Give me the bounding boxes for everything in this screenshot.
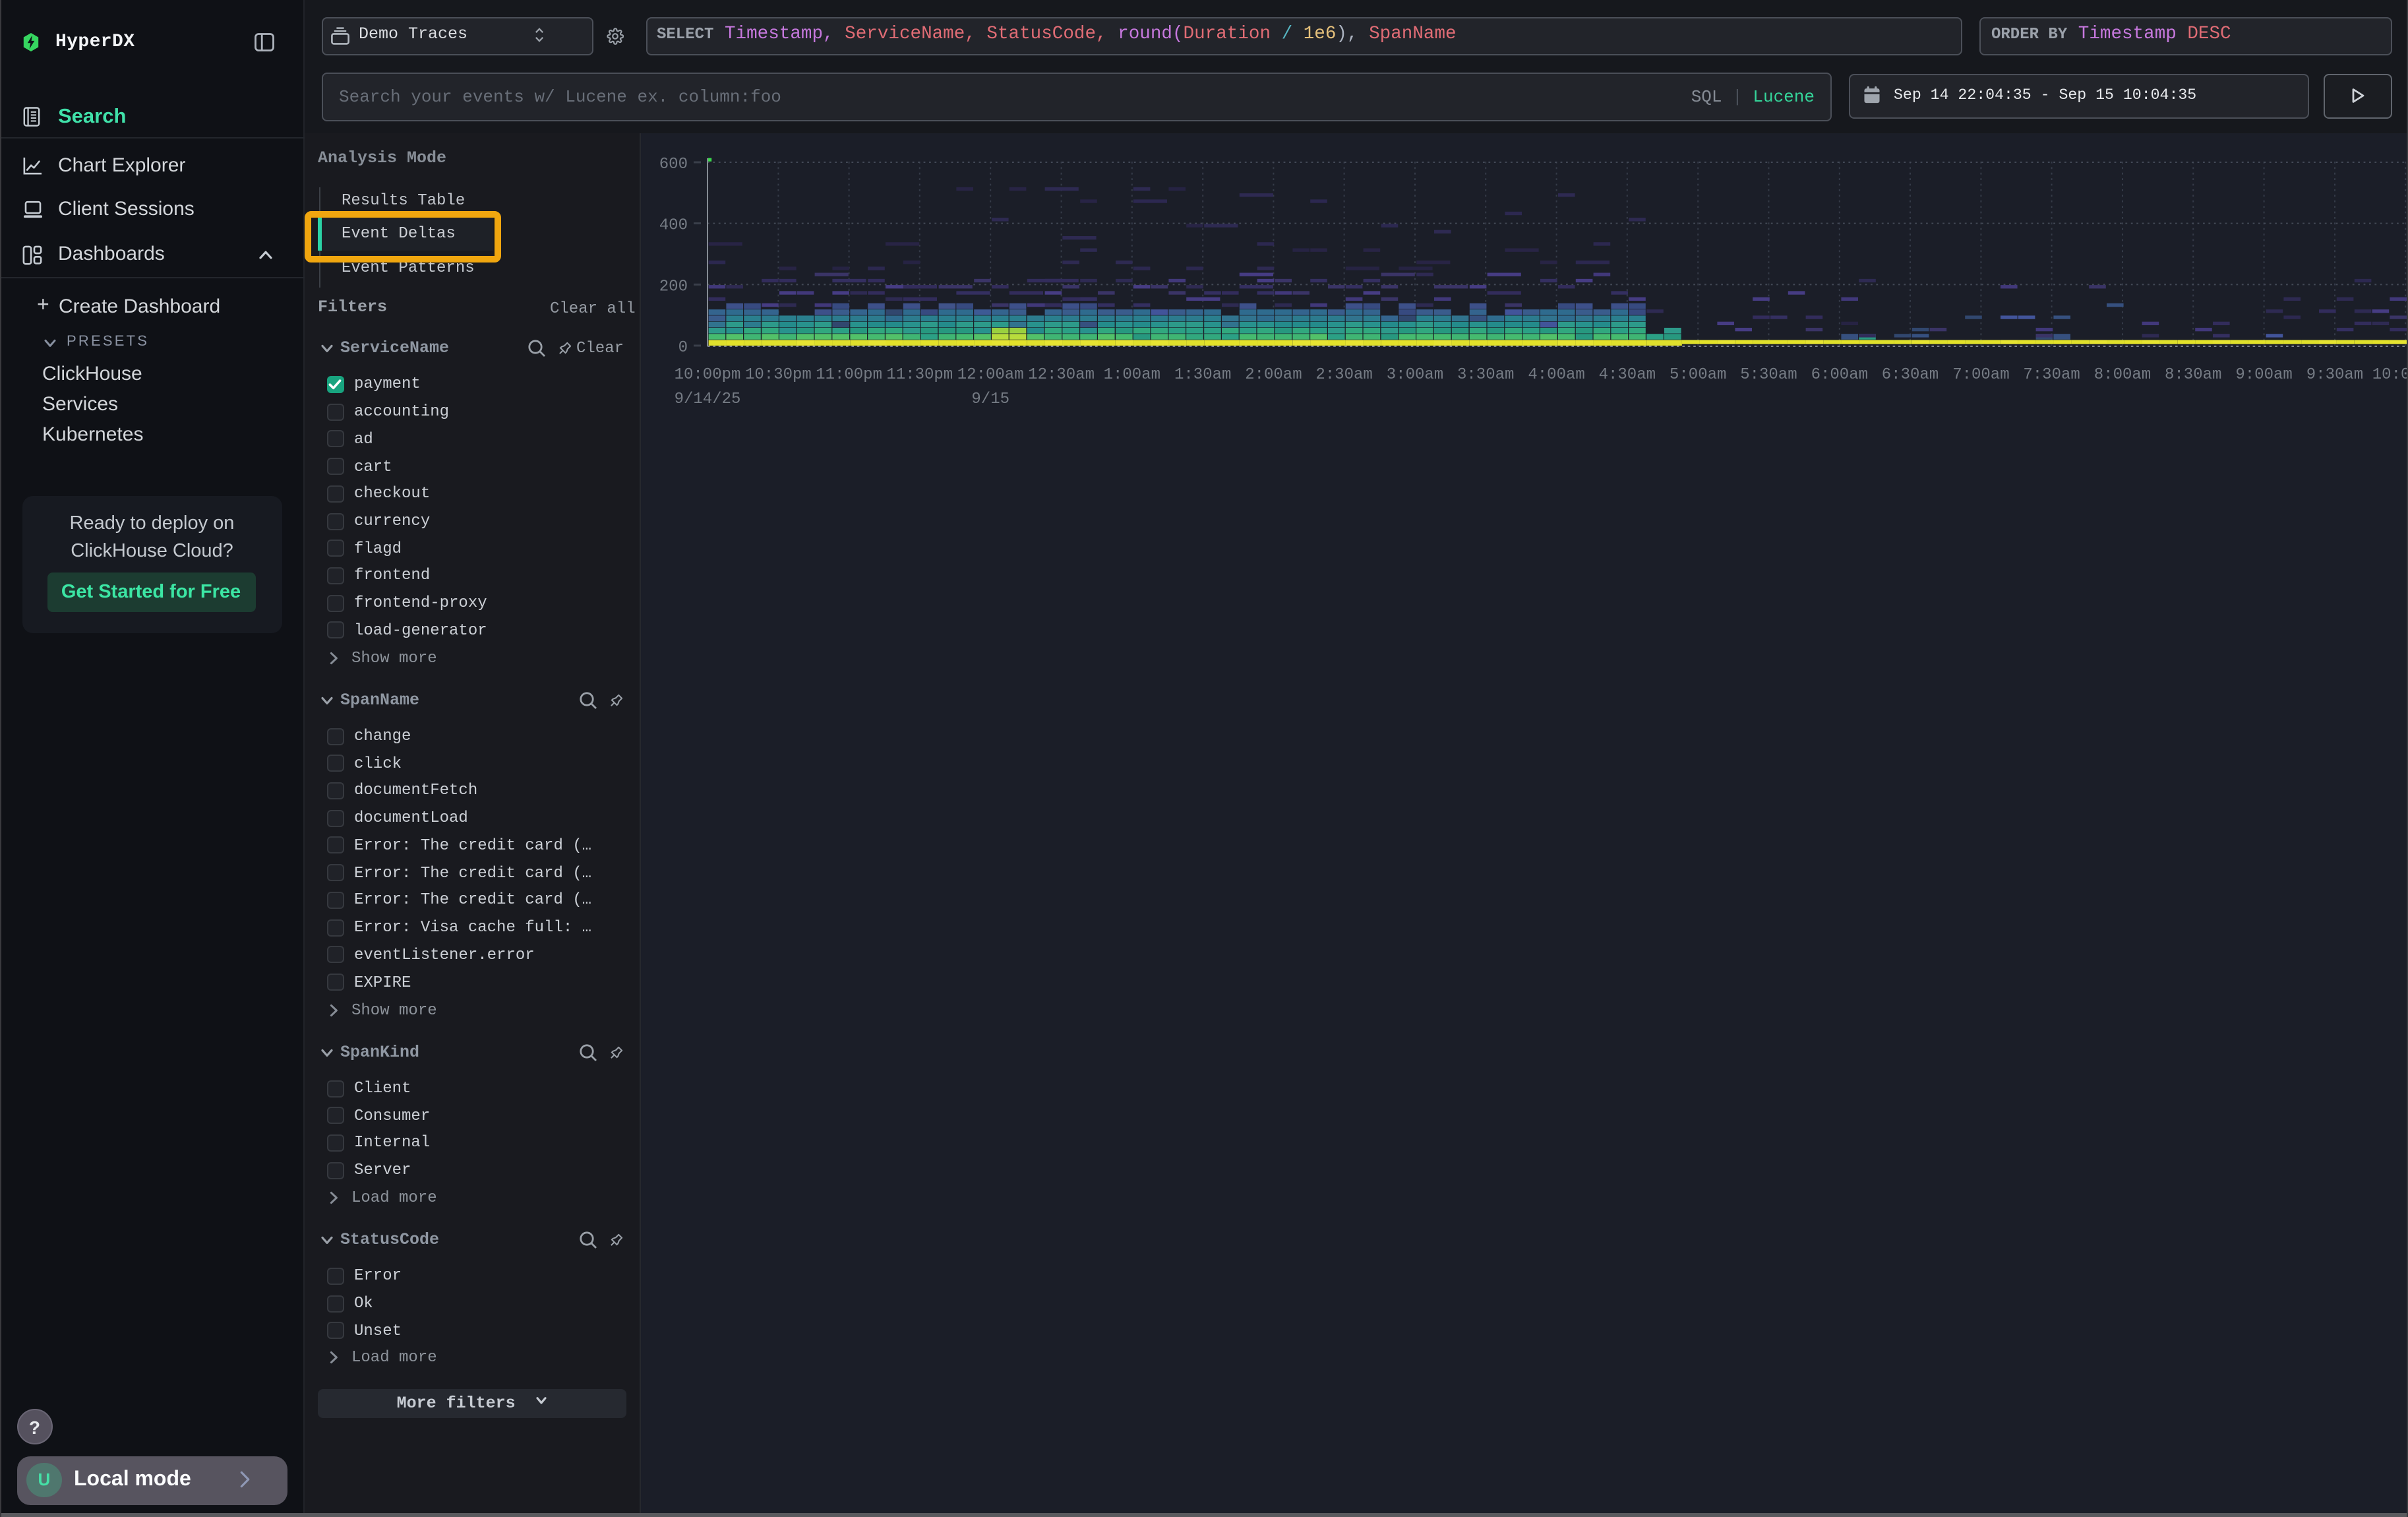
svg-text:6:00am: 6:00am [1811, 365, 1867, 383]
svg-text:9:30am: 9:30am [2306, 365, 2363, 383]
svg-text:7:30am: 7:30am [2022, 365, 2079, 383]
svg-text:11:30pm: 11:30pm [886, 365, 952, 383]
svg-text:8:00am: 8:00am [2093, 365, 2150, 383]
svg-text:10:00pm: 10:00pm [674, 365, 740, 383]
svg-text:1:00am: 1:00am [1103, 365, 1160, 383]
svg-text:10:30pm: 10:30pm [744, 365, 811, 383]
svg-text:4:30am: 4:30am [1598, 365, 1655, 383]
svg-text:2:00am: 2:00am [1244, 365, 1301, 383]
svg-text:12:30am: 12:30am [1027, 365, 1094, 383]
svg-text:5:00am: 5:00am [1669, 365, 1726, 383]
svg-text:3:00am: 3:00am [1386, 365, 1443, 383]
svg-text:11:00pm: 11:00pm [815, 365, 882, 383]
svg-text:6:30am: 6:30am [1881, 365, 1938, 383]
svg-text:400: 400 [659, 216, 687, 234]
svg-text:5:30am: 5:30am [1739, 365, 1796, 383]
svg-text:9/15: 9/15 [971, 390, 1009, 408]
svg-text:2:30am: 2:30am [1315, 365, 1371, 383]
svg-text:12:00am: 12:00am [957, 365, 1023, 383]
svg-text:9/14/25: 9/14/25 [674, 390, 740, 408]
svg-text:8:30am: 8:30am [2164, 365, 2221, 383]
svg-text:10:00am: 10:00am [2372, 365, 2408, 383]
svg-text:1:30am: 1:30am [1174, 365, 1230, 383]
svg-text:9:00am: 9:00am [2235, 365, 2291, 383]
svg-text:600: 600 [659, 155, 687, 173]
svg-text:3:30am: 3:30am [1457, 365, 1513, 383]
svg-text:200: 200 [659, 277, 687, 295]
svg-text:7:00am: 7:00am [1952, 365, 2008, 383]
svg-text:0: 0 [678, 338, 687, 356]
svg-text:4:00am: 4:00am [1527, 365, 1584, 383]
